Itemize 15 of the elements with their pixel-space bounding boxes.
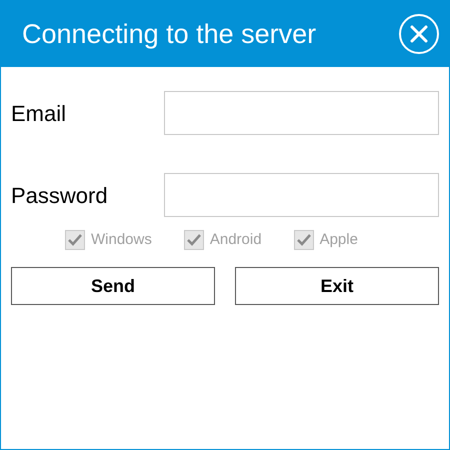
window-title: Connecting to the server	[22, 18, 316, 51]
input-field[interactable]	[164, 91, 439, 135]
checkbox-label: Windows	[91, 230, 152, 250]
send-button[interactable]: Send	[11, 267, 215, 305]
checkmark-icon	[296, 233, 312, 247]
checkbox-label: Android	[210, 230, 262, 250]
exit-button[interactable]: Exit	[235, 267, 439, 305]
close-icon	[410, 25, 428, 43]
close-button[interactable]	[399, 14, 439, 54]
field-label: Password	[11, 182, 108, 210]
input-field[interactable]	[164, 173, 439, 217]
checkmark-icon	[67, 233, 83, 247]
checkbox-label: Apple	[320, 230, 358, 250]
field-label: Email	[11, 100, 66, 128]
checkmark-icon	[186, 233, 202, 247]
